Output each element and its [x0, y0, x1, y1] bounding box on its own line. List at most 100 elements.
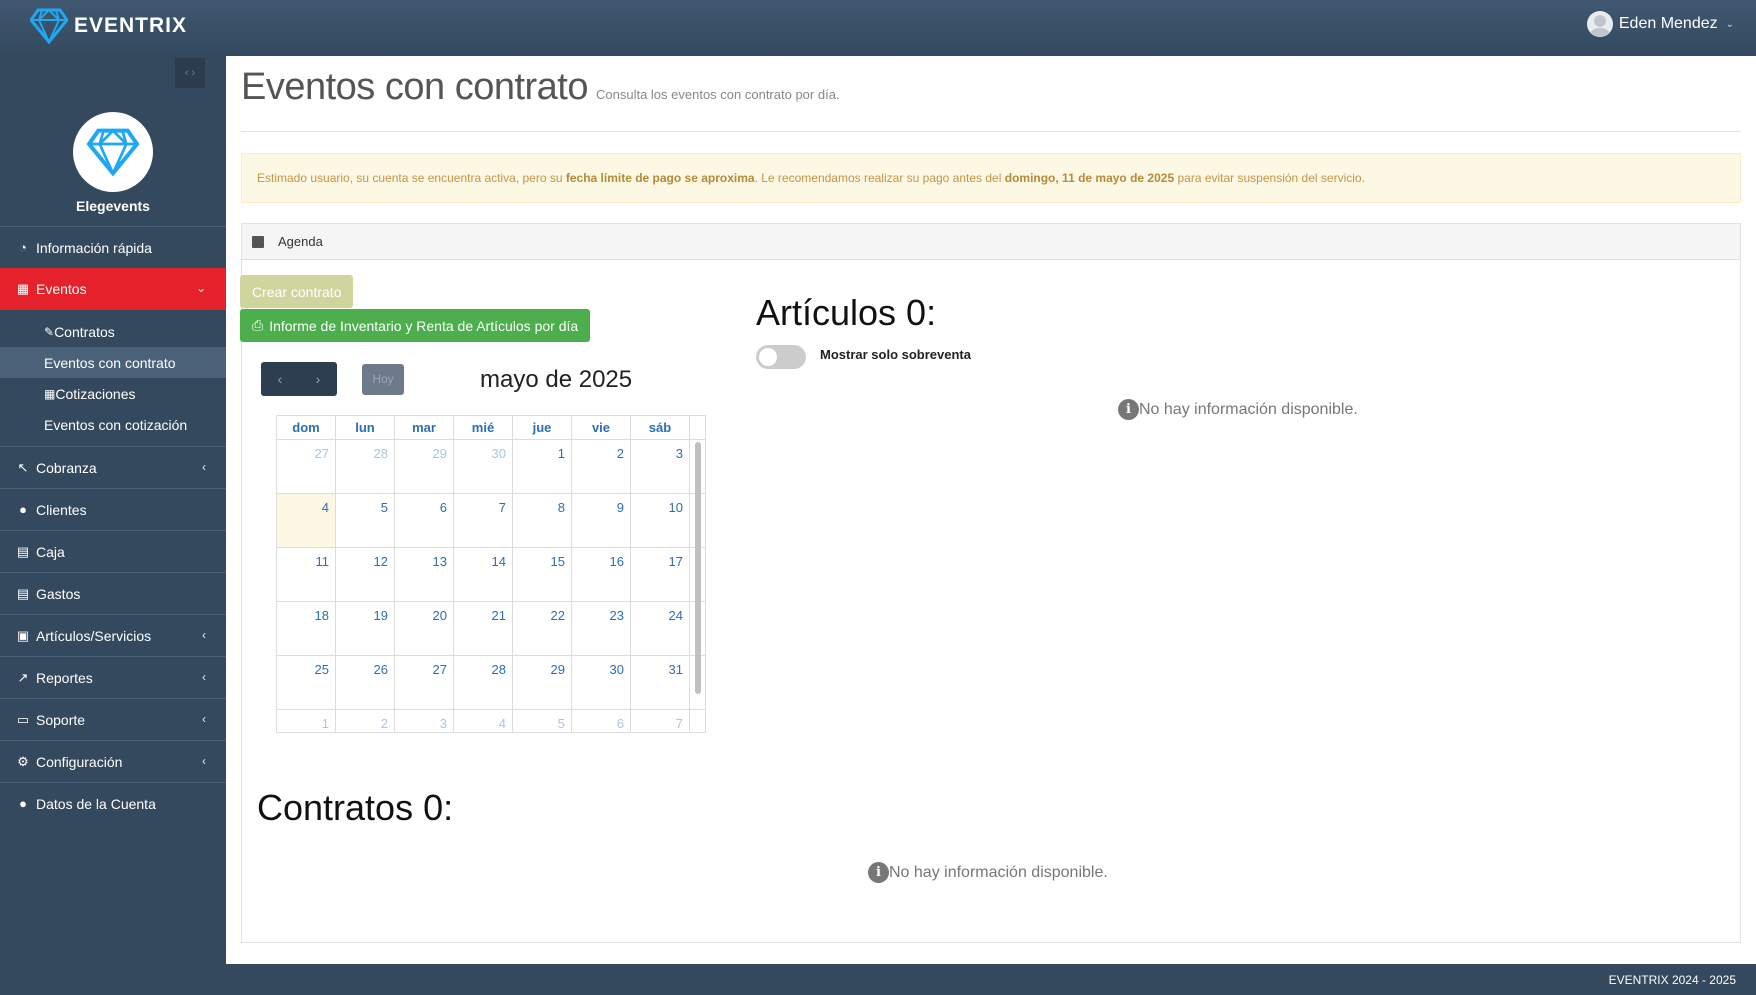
sidebar-item-clientes[interactable]: ● Clientes	[0, 488, 226, 530]
sidebar-item-articulos-servicios[interactable]: ▣ Artículos/Servicios ‹	[0, 614, 226, 656]
calendar-day[interactable]: 1	[277, 710, 336, 732]
calendar-day[interactable]: 5	[336, 494, 395, 547]
sidebar-collapse-button[interactable]: ‹ ›	[175, 58, 205, 88]
calendar-day[interactable]: 21	[454, 602, 513, 655]
info-icon: i	[1118, 399, 1139, 420]
alert-due-date: domingo, 11 de mayo de 2025	[1004, 171, 1175, 185]
calendar-day[interactable]: 7	[454, 494, 513, 547]
calendar-day[interactable]: 18	[277, 602, 336, 655]
calendar-day[interactable]: 4	[454, 710, 513, 732]
sidebar-item-label: Datos de la Cuenta	[36, 795, 156, 812]
calendar-next-button[interactable]: ›	[299, 362, 337, 396]
calendar-day[interactable]: 15	[513, 548, 572, 601]
calendar-day[interactable]: 17	[631, 548, 690, 601]
diamond-icon	[86, 128, 140, 176]
payment-warning-alert: Estimado usuario, su cuenta se encuentra…	[241, 153, 1741, 203]
calendar-day[interactable]: 24	[631, 602, 690, 655]
chart-line-icon: ↗	[17, 669, 29, 685]
sidebar-item-label: Clientes	[36, 501, 87, 518]
sidebar-item-datos-cuenta[interactable]: ● Datos de la Cuenta	[0, 782, 226, 824]
chevron-left-icon: ‹	[202, 460, 206, 474]
sidebar-item-label: Contratos	[54, 323, 115, 340]
print-icon: ⎙	[252, 317, 264, 333]
calendar-day[interactable]: 10	[631, 494, 690, 547]
sidebar-subitem-contratos[interactable]: ✎ Contratos	[0, 316, 226, 347]
dashboard-icon: ◔	[19, 240, 27, 255]
sidebar-subitem-eventos-con-cotizacion[interactable]: Eventos con cotización	[0, 409, 226, 440]
calendar-day[interactable]: 20	[395, 602, 454, 655]
overbooking-toggle[interactable]	[756, 345, 806, 369]
calendar-day[interactable]: 5	[513, 710, 572, 732]
calendar-day[interactable]: 26	[336, 656, 395, 709]
calendar-day[interactable]: 23	[572, 602, 631, 655]
calendar-scrollbar[interactable]	[695, 442, 701, 694]
calendar-day[interactable]: 12	[336, 548, 395, 601]
calendar-day[interactable]: 28	[336, 440, 395, 493]
calendar-day[interactable]: 2	[336, 710, 395, 732]
calendar-day[interactable]: 8	[513, 494, 572, 547]
sidebar-item-reportes[interactable]: ↗ Reportes ‹	[0, 656, 226, 698]
panel-title: Agenda	[278, 234, 323, 249]
calendar-weekday-header: dom lun mar mié jue vie sáb	[277, 416, 705, 440]
chevron-down-icon: ⌄	[195, 281, 206, 295]
calendar-day[interactable]: 27	[395, 656, 454, 709]
sidebar-item-label: Información rápida	[36, 239, 152, 256]
calendar-day[interactable]: 1	[513, 440, 572, 493]
sidebar-item-configuracion[interactable]: ⚙ Configuración ‹	[0, 740, 226, 782]
calendar-week: 1 2 3 4 5 6 7	[277, 710, 705, 732]
calendar-day[interactable]: 13	[395, 548, 454, 601]
chevron-left-icon: ‹	[202, 754, 206, 768]
sidebar: ‹ › Elegevents ◔ Información rápida ▦ Ev…	[0, 56, 226, 964]
calendar-day[interactable]: 3	[631, 440, 690, 493]
user-menu[interactable]: Eden Mendez ⌄	[1586, 11, 1734, 37]
calendar-day[interactable]: 2	[572, 440, 631, 493]
calendar-day[interactable]: 22	[513, 602, 572, 655]
calendar-day[interactable]: 30	[572, 656, 631, 709]
calendar-day[interactable]: 25	[277, 656, 336, 709]
calendar-day[interactable]: 27	[277, 440, 336, 493]
calendar-day[interactable]: 3	[395, 710, 454, 732]
sidebar-item-gastos[interactable]: ▤ Gastos	[0, 572, 226, 614]
calendar-day[interactable]: 29	[513, 656, 572, 709]
sidebar-item-eventos[interactable]: ▦ Eventos ⌄	[0, 268, 226, 310]
sidebar-item-label: Reportes	[36, 669, 93, 686]
create-contract-button[interactable]: Crear contrato	[240, 275, 354, 308]
calendar-today-button[interactable]: Hoy	[362, 364, 404, 395]
calendar-prev-button[interactable]: ‹	[261, 362, 299, 396]
inventory-report-button[interactable]: ⎙ Informe de Inventario y Renta de Artíc…	[240, 309, 591, 342]
calendar-day[interactable]: 14	[454, 548, 513, 601]
calendar-week: 25 26 27 28 29 30 31	[277, 656, 705, 710]
calendar-day[interactable]: 11	[277, 548, 336, 601]
diamond-icon	[30, 8, 68, 44]
page-title: Eventos con contrato	[241, 66, 589, 108]
calendar-day[interactable]: 6	[395, 494, 454, 547]
calendar-day[interactable]: 6	[572, 710, 631, 732]
calendar-day[interactable]: 7	[631, 710, 690, 732]
weekday-label: dom	[277, 416, 336, 439]
sidebar-subitem-eventos-con-contrato[interactable]: Eventos con contrato	[0, 347, 226, 378]
chevron-down-icon: ⌄	[1725, 18, 1734, 30]
calendar-week: 11 12 13 14 15 16 17	[277, 548, 705, 602]
alert-text: para evitar suspensión del servicio.	[1174, 171, 1365, 185]
sidebar-item-caja[interactable]: ▤ Caja	[0, 530, 226, 572]
calendar-day[interactable]: 30	[454, 440, 513, 493]
calendar-day[interactable]: 31	[631, 656, 690, 709]
page-header: Eventos con contrato Consulta los evento…	[241, 66, 840, 109]
calendar-day[interactable]: 28	[454, 656, 513, 709]
calendar-day[interactable]: 9	[572, 494, 631, 547]
sidebar-item-soporte[interactable]: ▭ Soporte ‹	[0, 698, 226, 740]
calendar-day-today[interactable]: 4	[277, 494, 336, 547]
weekday-label: vie	[572, 416, 631, 439]
page-subtitle: Consulta los eventos con contrato por dí…	[596, 87, 840, 102]
sidebar-item-informacion-rapida[interactable]: ◔ Información rápida	[0, 226, 226, 268]
sidebar-subitem-cotizaciones[interactable]: ▦ Cotizaciones	[0, 378, 226, 409]
sidebar-item-cobranza[interactable]: ↖ Cobranza ‹	[0, 446, 226, 488]
chevron-left-icon: ‹	[202, 628, 206, 642]
calendar-day[interactable]: 16	[572, 548, 631, 601]
calendar-day[interactable]: 29	[395, 440, 454, 493]
panel-heading: Agenda	[242, 224, 1740, 260]
brand-logo[interactable]: EVENTRIX	[30, 8, 187, 44]
empty-message: No hay información disponible.	[889, 863, 1108, 881]
sidebar-item-label: Eventos	[36, 281, 87, 297]
calendar-day[interactable]: 19	[336, 602, 395, 655]
